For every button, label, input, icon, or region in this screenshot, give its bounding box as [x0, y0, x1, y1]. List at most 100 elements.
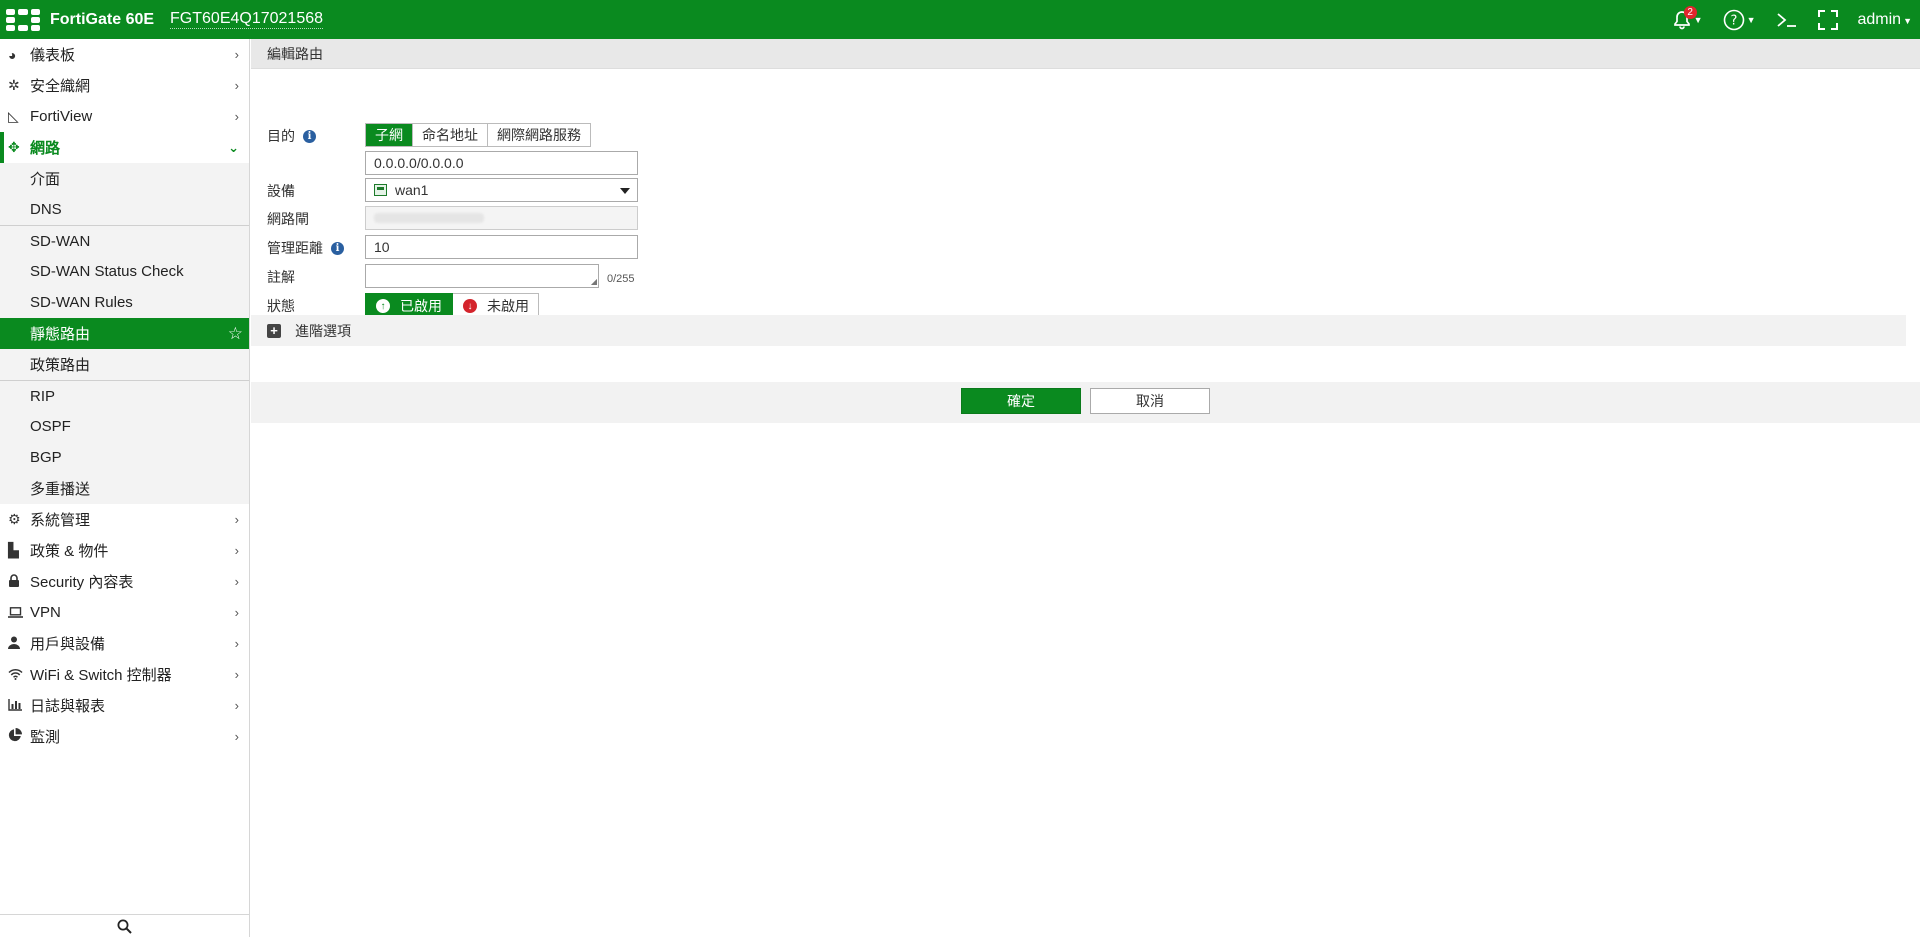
chevron-down-icon: ⌄ — [228, 139, 239, 155]
pie-chart-icon — [8, 728, 30, 745]
subnav-sd-wan-rules[interactable]: SD-WAN Rules — [0, 287, 249, 318]
advanced-options-toggle[interactable]: + 進階選項 — [251, 315, 1906, 346]
info-icon[interactable]: i — [331, 241, 344, 255]
gateway-label: 網路閘 — [267, 211, 309, 227]
advanced-options-label: 進階選項 — [295, 322, 351, 339]
subnav-label: 介面 — [30, 171, 61, 188]
nav-system[interactable]: ⚙ 系統管理 › — [0, 504, 249, 535]
chevron-right-icon: › — [234, 698, 239, 713]
notifications-button[interactable]: 2 ▼ — [1672, 5, 1703, 30]
subnav-dns[interactable]: DNS — [0, 194, 249, 225]
status-disabled-label: 未啟用 — [487, 298, 529, 314]
nav-label: 政策 & 物件 — [30, 543, 109, 560]
subnav-rip[interactable]: RIP — [0, 380, 249, 411]
cli-console-button[interactable] — [1776, 11, 1798, 29]
subnav-label: SD-WAN — [30, 232, 91, 250]
nav-label: 日誌與報表 — [30, 698, 106, 715]
distance-value: 10 — [374, 239, 390, 255]
gateway-input[interactable] — [365, 206, 638, 230]
chevron-right-icon: › — [234, 636, 239, 651]
nav-dashboard[interactable]: ◕ 儀表板 › — [0, 39, 249, 70]
comment-char-count: 0/255 — [607, 273, 635, 285]
nav-security-fabric[interactable]: ✲ 安全織網 › — [0, 70, 249, 101]
nav-label: WiFi & Switch 控制器 — [30, 667, 172, 684]
user-icon — [8, 636, 30, 652]
hostname[interactable]: FGT60E4Q17021568 — [170, 10, 324, 29]
notification-badge: 2 — [1683, 5, 1697, 19]
nav-label: VPN — [30, 604, 61, 621]
wifi-icon — [8, 667, 30, 683]
cancel-button[interactable]: 取消 — [1090, 388, 1210, 414]
laptop-icon — [8, 605, 30, 621]
subnav-label: OSPF — [30, 418, 71, 435]
fullscreen-icon — [1817, 9, 1838, 30]
interface-port-icon — [374, 184, 387, 196]
nav-policy-objects[interactable]: ▙ 政策 & 物件 › — [0, 535, 249, 566]
comment-textarea[interactable]: ◢ — [365, 264, 599, 288]
subnav-interfaces[interactable]: 介面 — [0, 163, 249, 194]
nav-user-device[interactable]: 用戶與設備 › — [0, 628, 249, 659]
destination-subnet-input[interactable]: 0.0.0.0/0.0.0.0 — [365, 151, 638, 175]
administrative-distance-input[interactable]: 10 — [365, 235, 638, 259]
tab-internet-service[interactable]: 網際網路服務 — [488, 124, 590, 146]
device-select[interactable]: wan1 — [365, 178, 638, 202]
help-icon: ? — [1723, 9, 1744, 30]
tab-subnet[interactable]: 子網 — [366, 124, 413, 146]
network-icon: ✥ — [8, 139, 20, 155]
status-label: 狀態 — [267, 298, 295, 314]
subnav-ospf[interactable]: OSPF — [0, 411, 249, 442]
distance-label: 管理距離 i — [267, 238, 344, 258]
chevron-right-icon: › — [234, 729, 239, 744]
fullscreen-button[interactable] — [1817, 9, 1838, 30]
sidebar-search-button[interactable] — [0, 914, 249, 937]
page-title: 編輯路由 — [267, 45, 323, 62]
tab-named-address[interactable]: 命名地址 — [413, 124, 488, 146]
chevron-right-icon: › — [234, 543, 239, 558]
subnav-sd-wan[interactable]: SD-WAN — [0, 225, 249, 256]
fortinet-logo[interactable] — [6, 8, 40, 31]
redacted-gateway-value — [374, 213, 484, 223]
subnav-sd-wan-status-check[interactable]: SD-WAN Status Check — [0, 256, 249, 287]
subnav-label: SD-WAN Rules — [30, 294, 133, 311]
subnav-static-routes[interactable]: 靜態路由 ☆ — [0, 318, 249, 349]
nav-label: 安全織網 — [30, 78, 91, 95]
arrow-down-circle-icon: ↓ — [463, 299, 477, 313]
nav-monitor[interactable]: 監測 › — [0, 721, 249, 752]
form-footer: 確定 取消 — [251, 382, 1920, 423]
plus-square-icon: + — [267, 323, 281, 338]
subnav-policy-routes[interactable]: 政策路由 — [0, 349, 249, 380]
chevron-right-icon: › — [234, 109, 239, 124]
nav-label: FortiView — [30, 108, 93, 125]
ok-button[interactable]: 確定 — [961, 388, 1081, 414]
admin-label: admin — [1857, 10, 1902, 28]
subnav-label: SD-WAN Status Check — [30, 263, 184, 280]
nav-security-profiles[interactable]: Security 內容表 › — [0, 566, 249, 597]
destination-type-selector: 子網 命名地址 網際網路服務 — [365, 123, 591, 147]
nav-label: 用戶與設備 — [30, 636, 106, 653]
chevron-right-icon: › — [234, 512, 239, 527]
arrow-up-circle-icon: ↑ — [376, 299, 390, 313]
info-icon[interactable]: i — [303, 129, 316, 143]
top-bar: FortiGate 60E FGT60E4Q17021568 2 ▼ ? ▼ a… — [0, 0, 1920, 39]
nav-wifi-switch[interactable]: WiFi & Switch 控制器 › — [0, 659, 249, 690]
status-enabled-label: 已啟用 — [400, 298, 442, 314]
nav-vpn[interactable]: VPN › — [0, 597, 249, 628]
svg-text:?: ? — [1730, 13, 1737, 28]
subnav-bgp[interactable]: BGP — [0, 442, 249, 473]
help-button[interactable]: ? ▼ — [1723, 9, 1756, 31]
nav-label: Security 內容表 — [30, 574, 134, 591]
favorite-star-icon[interactable]: ☆ — [228, 324, 243, 344]
nav-label: 儀表板 — [30, 47, 76, 64]
security-fabric-icon: ✲ — [8, 77, 20, 93]
resize-grip-icon[interactable]: ◢ — [591, 278, 597, 286]
nav-fortiview[interactable]: ◺ FortiView › — [0, 101, 249, 132]
nav-network[interactable]: ✥ 網路 ⌄ — [0, 132, 249, 163]
admin-menu[interactable]: admin ▼ — [1858, 11, 1913, 29]
policy-icon: ▙ — [8, 542, 19, 558]
caret-down-icon: ▼ — [1746, 14, 1756, 25]
nav-log-report[interactable]: 日誌與報表 › — [0, 690, 249, 721]
product-name: FortiGate 60E — [50, 10, 155, 28]
subnav-multicast[interactable]: 多重播送 — [0, 473, 249, 504]
subnav-label: 政策路由 — [30, 357, 91, 374]
chevron-right-icon: › — [234, 605, 239, 620]
